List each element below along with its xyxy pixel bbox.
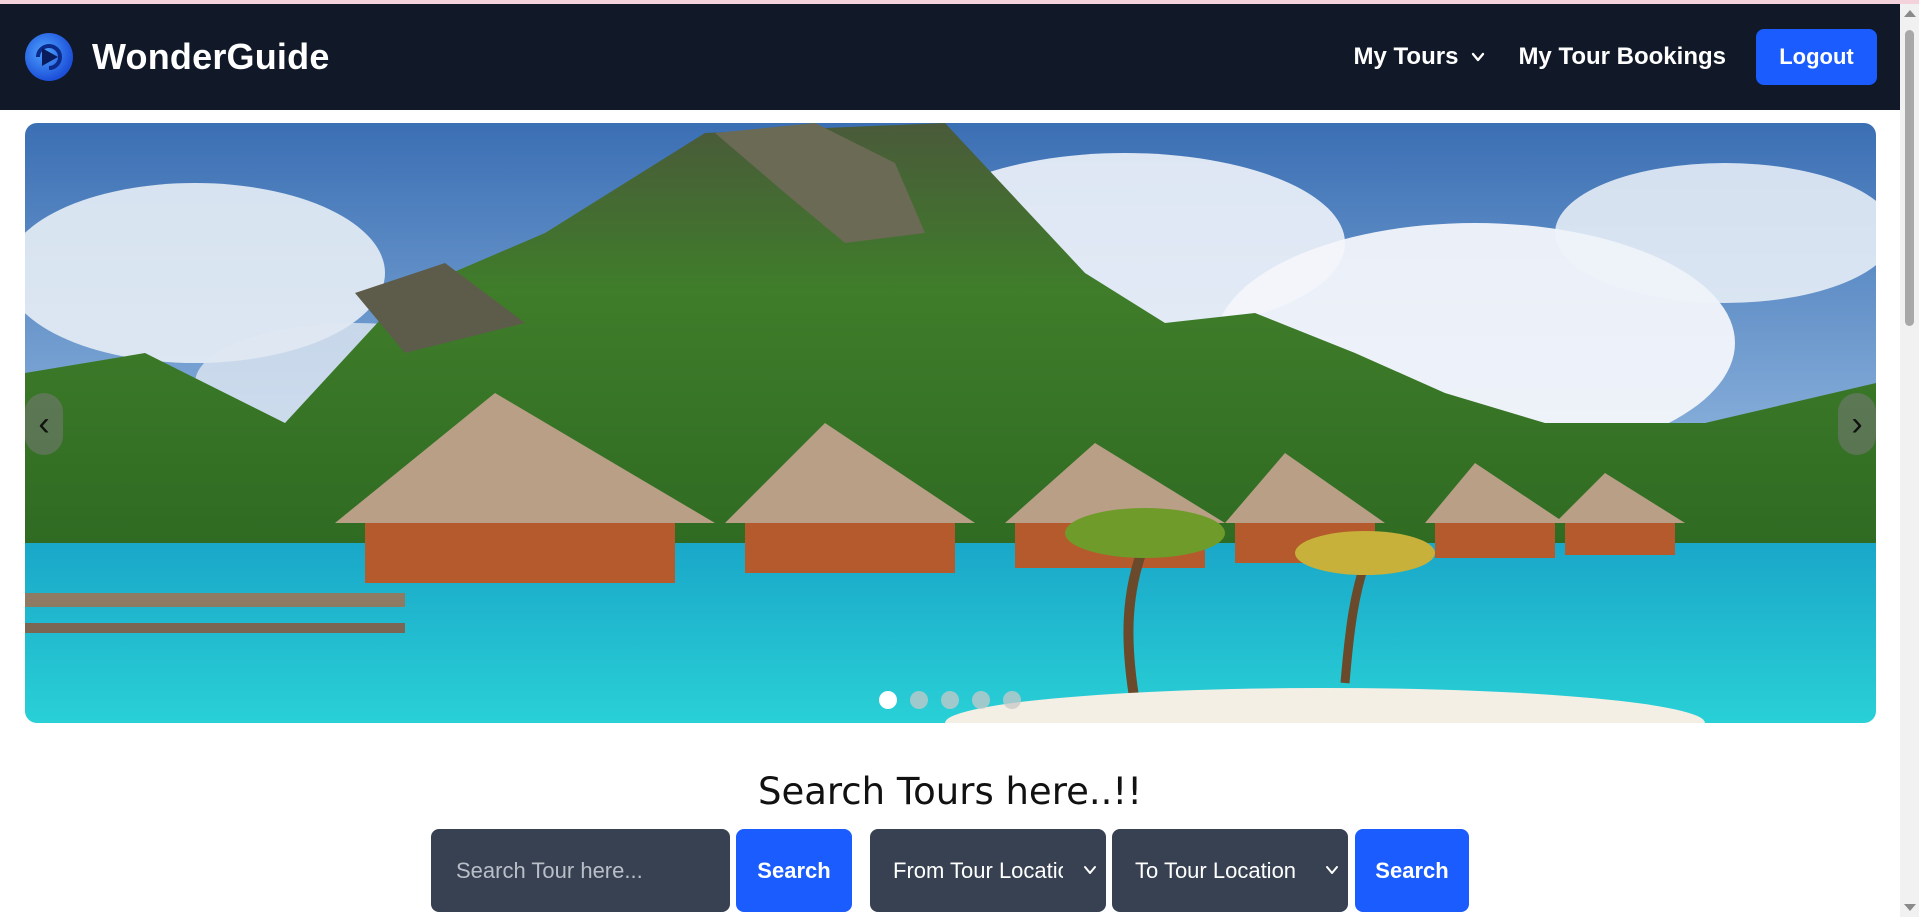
brand[interactable]: WonderGuide	[24, 32, 330, 82]
chevron-down-icon	[1472, 52, 1485, 62]
brand-name: WonderGuide	[92, 36, 330, 77]
hero-carousel: ‹ ›	[25, 123, 1876, 723]
chevron-down-icon	[1326, 866, 1338, 874]
from-location-value: From Tour Location	[893, 857, 1063, 883]
nav-my-tours-label: My Tours	[1353, 43, 1459, 70]
carousel-indicator-2[interactable]	[910, 691, 928, 709]
carousel-prev-button[interactable]: ‹	[25, 393, 63, 455]
nav-my-tour-bookings[interactable]: My Tour Bookings	[1518, 43, 1726, 71]
wonderguide-logo-icon	[25, 33, 73, 81]
carousel-slide-image	[25, 123, 1876, 723]
search-heading: Search Tours here..!!	[757, 770, 1143, 813]
to-location-value: To Tour Location	[1135, 857, 1297, 883]
chevron-down-icon	[1084, 866, 1096, 874]
scrollbar-thumb[interactable]	[1905, 30, 1914, 326]
navbar: WonderGuide My Tours My Tour Bookings Lo…	[0, 4, 1900, 110]
tour-search-button[interactable]: Search	[736, 829, 852, 912]
carousel-indicator-5[interactable]	[1003, 691, 1021, 709]
from-location-select[interactable]: From Tour Location	[870, 829, 1106, 912]
carousel-indicators	[879, 691, 1034, 709]
scroll-up-arrow-icon[interactable]	[1904, 10, 1916, 17]
carousel-next-button[interactable]: ›	[1838, 393, 1876, 455]
nav-menu: My Tours My Tour Bookings Logout	[1354, 29, 1877, 85]
to-location-select[interactable]: To Tour Location	[1112, 829, 1348, 912]
nav-my-tours-dropdown[interactable]: My Tours	[1354, 43, 1487, 71]
carousel-indicator-4[interactable]	[972, 691, 990, 709]
scroll-down-arrow-icon[interactable]	[1904, 904, 1916, 911]
carousel-indicator-3[interactable]	[941, 691, 959, 709]
vertical-scrollbar[interactable]	[1900, 4, 1919, 917]
tour-search-input[interactable]	[431, 829, 730, 912]
logout-button[interactable]: Logout	[1756, 29, 1877, 85]
location-search-button[interactable]: Search	[1355, 829, 1469, 912]
carousel-indicator-1[interactable]	[879, 691, 897, 709]
